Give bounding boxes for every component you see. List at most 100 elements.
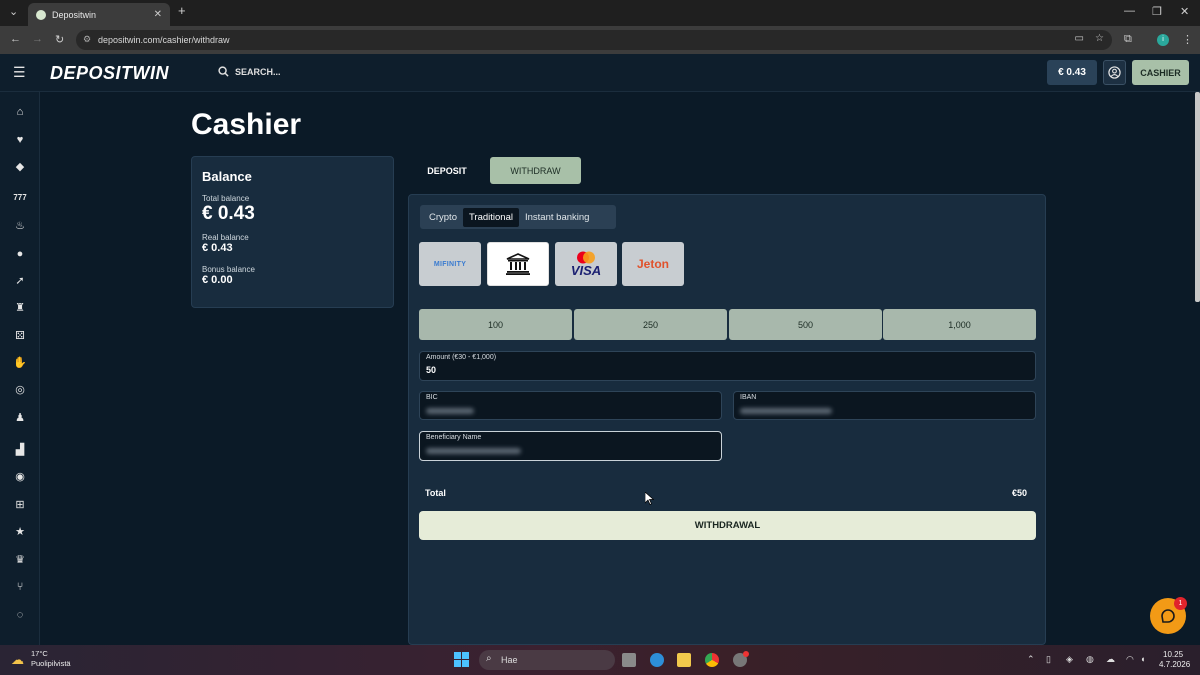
total-balance-value: € 0.43 (202, 203, 255, 224)
onedrive-icon[interactable]: ☁ (1106, 654, 1115, 665)
quick-amount-250[interactable]: 250 (574, 309, 727, 340)
live-casino-icon[interactable]: ● (13, 247, 27, 261)
tab-deposit[interactable]: DEPOSIT (412, 157, 482, 184)
jeton-logo: Jeton (636, 257, 669, 271)
mifinity-logo: MIFINITY (433, 260, 467, 268)
header-balance-button[interactable]: € 0.43 (1047, 60, 1097, 85)
method-tab-instant-banking[interactable]: Instant banking (519, 208, 595, 227)
site-info-icon[interactable]: ⚙ (83, 34, 91, 45)
balance-card: Balance Total balance € 0.43 Real balanc… (191, 156, 394, 308)
user-icon (1108, 66, 1121, 79)
maximize-icon[interactable]: ❐ (1152, 5, 1162, 18)
quick-amount-500[interactable]: 500 (729, 309, 882, 340)
tab-list-icon[interactable]: ⌄ (9, 5, 18, 18)
star-icon[interactable]: ★ (13, 525, 27, 539)
joystick-icon[interactable]: ♜ (13, 301, 27, 315)
payment-method-mifinity[interactable]: MIFINITY (419, 242, 481, 286)
tray-app-icon[interactable]: ◈ (1066, 654, 1073, 665)
taskbar-search-icon: ⌕ (486, 653, 492, 664)
forward-icon[interactable]: → (32, 33, 43, 45)
site-logo[interactable]: DEPOSITWIN (50, 63, 169, 84)
amount-label: Amount (€30 - €1,000) (426, 354, 497, 361)
close-window-icon[interactable]: ✕ (1180, 5, 1189, 18)
total-label: Total (425, 488, 446, 498)
wifi-icon[interactable]: ◠ (1126, 654, 1134, 665)
favicon-icon (36, 9, 46, 20)
tray-overflow-icon[interactable]: ⌃ (1027, 654, 1035, 665)
dice-icon[interactable]: ⚄ (13, 329, 27, 343)
weather-icon[interactable]: ☁ (11, 652, 24, 668)
weather-temperature: 17°C (31, 649, 48, 658)
url-field[interactable]: ⚙ depositwin.com/cashier/withdraw ▭ ☆ (76, 30, 1112, 50)
new-tab-icon[interactable]: + (178, 3, 186, 18)
rocket-icon[interactable]: ➚ (13, 274, 27, 288)
heart-icon[interactable]: ♥ (13, 133, 27, 147)
extensions-icon[interactable]: ⧉ (1124, 33, 1132, 46)
close-tab-icon[interactable]: ✕ (154, 9, 162, 20)
beneficiary-name-field[interactable]: Beneficiary Name (419, 431, 722, 461)
cashier-button[interactable]: CASHIER (1132, 60, 1189, 85)
reload-icon[interactable]: ↻ (55, 33, 64, 46)
browser-address-bar: ← → ↻ ⚙ depositwin.com/cashier/withdraw … (0, 26, 1200, 54)
task-view-icon[interactable] (622, 653, 636, 667)
podium-icon[interactable]: ▟ (13, 443, 27, 457)
account-button[interactable] (1103, 60, 1126, 85)
chrome-icon[interactable] (705, 653, 719, 667)
target-icon[interactable]: ◉ (13, 470, 27, 484)
quick-amount-1000[interactable]: 1,000 (883, 309, 1036, 340)
iban-field[interactable]: IBAN (733, 391, 1036, 420)
windows-start-icon[interactable] (454, 652, 469, 667)
edge-icon[interactable] (650, 653, 664, 667)
payment-method-visa-mastercard[interactable]: VISA (555, 242, 617, 286)
search-button[interactable]: SEARCH... (218, 66, 281, 77)
chat-icon[interactable]: ◌ (13, 608, 27, 622)
iban-value-redacted (740, 408, 832, 414)
payment-method-jeton[interactable]: Jeton (622, 242, 684, 286)
menu-icon[interactable]: ☰ (13, 64, 26, 81)
crown-icon[interactable]: ♛ (13, 553, 27, 567)
method-tab-crypto[interactable]: Crypto (423, 208, 463, 227)
affiliate-icon[interactable]: ⑂ (13, 580, 27, 594)
hand-icon[interactable]: ✋ (13, 356, 27, 370)
cast-icon[interactable]: ▭ (1075, 33, 1084, 44)
tab-withdraw[interactable]: WITHDRAW (490, 157, 581, 184)
tray-app2-icon[interactable]: ◍ (1086, 654, 1094, 665)
amount-field[interactable]: Amount (€30 - €1,000) 50 (419, 351, 1036, 381)
browser-menu-icon[interactable]: ⋮ (1182, 33, 1193, 46)
browser-tab[interactable]: Depositwin ✕ (28, 3, 170, 26)
real-balance-value: € 0.43 (202, 242, 233, 254)
taskbar-search-field[interactable]: ⌕ Hae (479, 650, 615, 670)
browser-tab-bar: ⌄ Depositwin ✕ + — ❐ ✕ (0, 0, 1200, 26)
minimize-icon[interactable]: — (1124, 5, 1135, 17)
gift-icon[interactable]: ⊞ (13, 498, 27, 512)
back-icon[interactable]: ← (10, 33, 21, 45)
home-icon[interactable]: ⌂ (13, 105, 27, 119)
usb-icon[interactable]: ▯ (1046, 654, 1051, 665)
bank-icon (506, 253, 530, 275)
bookmark-star-icon[interactable]: ☆ (1095, 33, 1104, 44)
iban-label: IBAN (740, 394, 757, 401)
beneficiary-name-label: Beneficiary Name (426, 434, 482, 441)
withdrawal-submit-button[interactable]: WITHDRAWAL (419, 511, 1036, 540)
method-tab-traditional[interactable]: Traditional (462, 207, 519, 227)
profile-avatar-icon[interactable]: i (1157, 34, 1169, 46)
volume-icon[interactable]: ◖ (1140, 654, 1145, 664)
globe-icon[interactable]: ◎ (13, 383, 27, 397)
payment-method-bank[interactable] (487, 242, 549, 286)
balance-heading: Balance (202, 169, 252, 184)
777-icon[interactable]: 777 (13, 191, 27, 205)
flame-icon[interactable]: ♨ (13, 219, 27, 233)
trophy-icon[interactable]: ♟ (13, 411, 27, 425)
clock-time[interactable]: 10.25 (1163, 650, 1183, 659)
file-explorer-icon[interactable] (677, 653, 691, 667)
bic-field[interactable]: BIC (419, 391, 722, 420)
page-scrollbar[interactable] (1195, 92, 1200, 302)
bonus-balance-value: € 0.00 (202, 274, 233, 286)
bic-value-redacted (426, 408, 474, 414)
search-label: SEARCH... (235, 66, 281, 77)
taskbar-search-placeholder: Hae (501, 655, 518, 665)
clock-date[interactable]: 4.7.2026 (1159, 660, 1190, 669)
sidebar: ⌂ ♥ ◆ 777 ♨ ● ➚ ♜ ⚄ ✋ ◎ ♟ ▟ ◉ ⊞ ★ ♛ ⑂ ◌ (0, 92, 40, 645)
diamond-icon[interactable]: ◆ (13, 160, 27, 174)
quick-amount-100[interactable]: 100 (419, 309, 572, 340)
